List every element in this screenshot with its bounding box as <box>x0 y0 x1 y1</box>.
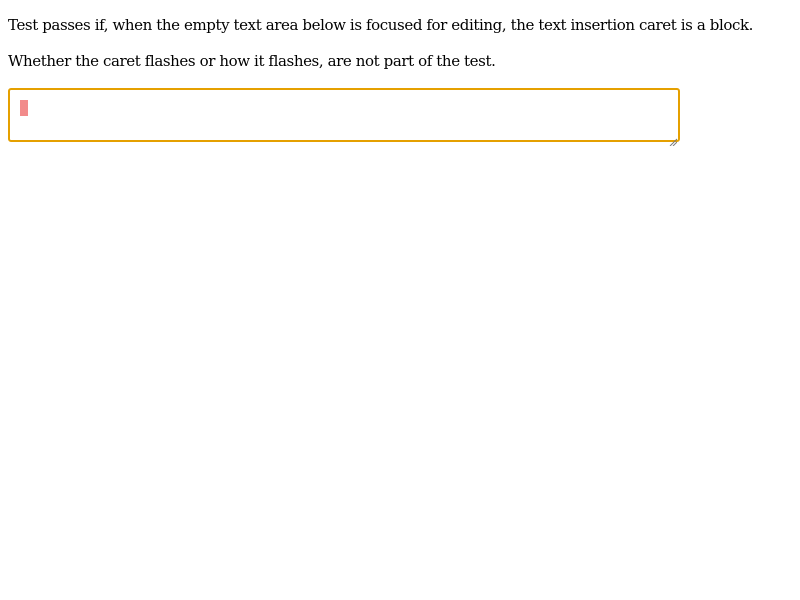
instruction-text-2: Whether the caret flashes or how it flas… <box>8 52 496 70</box>
resize-grip-svg <box>669 138 678 147</box>
empty-textarea[interactable] <box>8 88 680 147</box>
resize-grip-icon[interactable] <box>669 131 678 147</box>
block-caret <box>20 100 28 116</box>
instruction-text-1: Test passes if, when the empty text area… <box>8 16 754 34</box>
page: Test passes if, when the empty text area… <box>0 0 800 600</box>
